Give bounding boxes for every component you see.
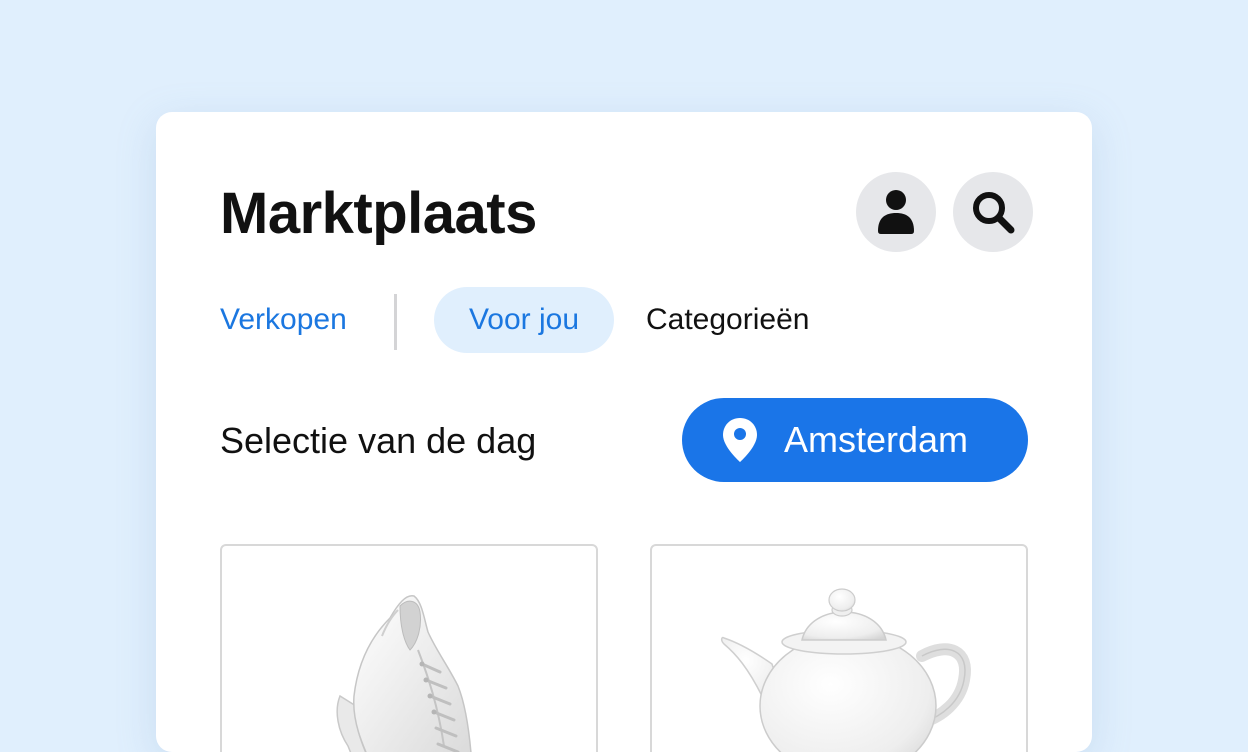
sneaker-image — [336, 595, 472, 752]
user-icon — [876, 189, 916, 235]
teapot-image — [720, 588, 971, 752]
search-button[interactable] — [953, 172, 1033, 252]
tab-categorieen[interactable]: Categorieën — [646, 287, 809, 353]
product-card[interactable] — [220, 544, 598, 752]
location-button[interactable]: Amsterdam — [682, 398, 1028, 482]
tab-divider — [394, 294, 397, 350]
section-title: Selectie van de dag — [220, 420, 537, 461]
app-title: Marktplaats — [220, 181, 537, 246]
product-card[interactable] — [650, 544, 1028, 752]
main-card: Marktplaats Verkopen Voor jou Categorieë… — [156, 112, 1092, 752]
tab-verkopen[interactable]: Verkopen — [220, 287, 347, 353]
tab-voor-jou[interactable]: Voor jou — [434, 287, 614, 353]
search-icon — [970, 189, 1016, 235]
location-label: Amsterdam — [784, 419, 969, 460]
profile-button[interactable] — [856, 172, 936, 252]
map-pin-icon — [720, 416, 760, 464]
